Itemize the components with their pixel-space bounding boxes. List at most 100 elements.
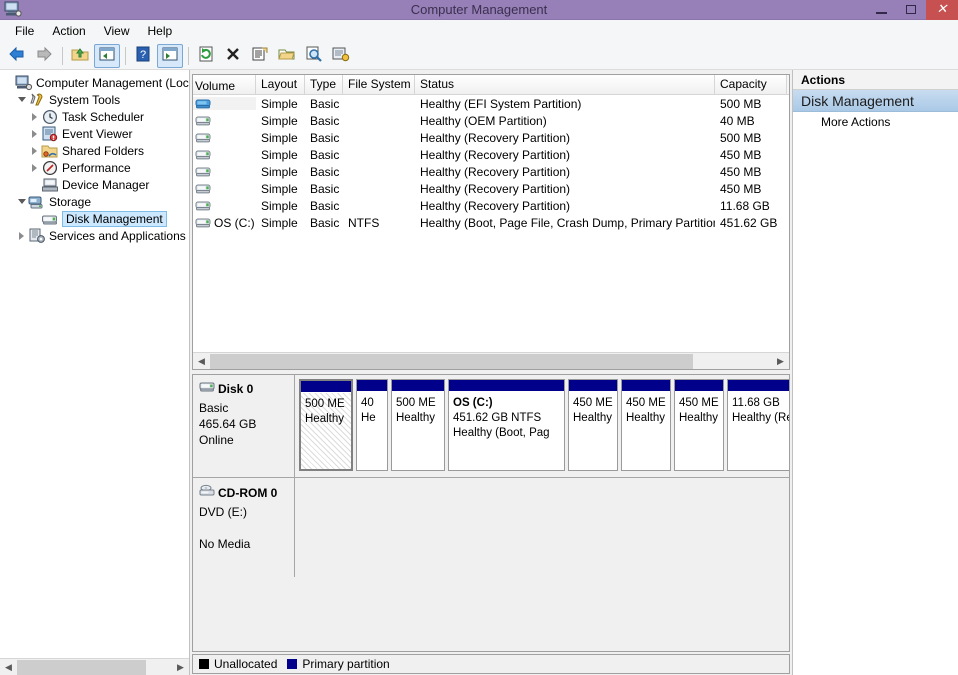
menu-item-action[interactable]: Action [43, 22, 94, 40]
volume-list-horizontal-scrollbar[interactable]: ◀ ▶ [193, 352, 789, 369]
tree-item-performance[interactable]: Performance [0, 159, 189, 176]
volume-row[interactable]: Simple Basic Healthy (Recovery Partition) 4… [193, 180, 789, 197]
menu-item-help[interactable]: Help [139, 22, 182, 40]
volume-cell-status: Healthy (Recovery Partition) [420, 130, 571, 145]
actions-item-more-actions[interactable]: More Actions [793, 112, 958, 132]
actions-items: More Actions [793, 112, 958, 132]
chevron-right-icon[interactable] [15, 227, 28, 244]
tree-item-device-manager[interactable]: Device Manager [0, 176, 189, 193]
forward-icon [35, 46, 53, 65]
volume-scroll-left-arrow[interactable]: ◀ [193, 352, 210, 369]
partition-type-bar [357, 380, 387, 392]
volume-cell-volume [193, 131, 256, 144]
chevron-down-icon[interactable] [15, 91, 28, 108]
partition-block[interactable]: 40 He [356, 379, 388, 471]
disk-info-panel[interactable]: Disk 0 Basic 465.64 GB Online [193, 375, 295, 477]
volume-row[interactable]: Simple Basic Healthy (OEM Partition) 40 MB [193, 112, 789, 129]
toolbar-show-action-pane-button[interactable] [157, 43, 183, 68]
tree-scroll-right-arrow[interactable]: ▶ [172, 658, 189, 675]
disk-info-line: 465.64 GB [199, 417, 257, 431]
partition-block[interactable]: OS (C:) 451.62 GB NTFS Healthy (Boot, Pag [448, 379, 565, 471]
toolbar-help-button[interactable]: ? [130, 44, 156, 68]
tree-scroll-thumb[interactable] [17, 659, 146, 675]
volume-cell-cap: 500 MB [720, 96, 762, 111]
volume-cell-layout: Simple [261, 96, 298, 111]
volume-scroll-track[interactable] [210, 352, 772, 369]
toolbar-delete-button[interactable] [220, 44, 246, 68]
close-button[interactable]: ✕ [926, 0, 958, 20]
tree-item-label: Services and Applications [49, 228, 186, 243]
partition-body: 11.68 GB Healthy (Rec [728, 392, 789, 470]
volume-cell-layout: Simple [261, 164, 298, 179]
volume-row[interactable]: Simple Basic Healthy (Recovery Partition) 4… [193, 163, 789, 180]
volume-column-header-volume[interactable]: Volume [193, 75, 256, 94]
menu-item-view[interactable]: View [95, 22, 139, 40]
volume-scroll-thumb[interactable] [210, 353, 694, 369]
tree-item-event-viewer[interactable]: Event Viewer [0, 125, 189, 142]
volume-row[interactable]: Simple Basic Healthy (EFI System Partition… [193, 95, 789, 112]
disk-partition-bars: 500 ME Healthy 40 He 500 ME Healthy OS (C:) 451… [295, 375, 789, 477]
volume-column-header-cap[interactable]: Capacity [715, 75, 787, 94]
partition-block[interactable]: 450 ME Healthy [621, 379, 671, 471]
partition-block[interactable]: 450 ME Healthy [568, 379, 618, 471]
toolbar-search-button[interactable] [301, 44, 327, 68]
maximize-button[interactable] [896, 0, 926, 20]
toolbar-up-folder-button[interactable] [67, 44, 93, 68]
chevron-down-icon[interactable] [15, 193, 28, 210]
partition-block[interactable]: 500 ME Healthy [299, 379, 353, 471]
volume-row[interactable]: OS (C:) Simple Basic NTFS Healthy (Boot, Pag… [193, 214, 789, 231]
tree-horizontal-scrollbar[interactable]: ◀ ▶ [0, 658, 189, 675]
volume-cell-type: Basic [310, 181, 340, 196]
tree-item-label: Event Viewer [62, 126, 133, 141]
toolbar-show-hide-tree-button[interactable] [94, 43, 120, 68]
tree-item-computer-management-local[interactable]: Computer Management (Local [0, 74, 189, 91]
legend-label: Primary partition [302, 657, 390, 671]
tree-item-disk-management[interactable]: Disk Management [0, 210, 189, 227]
volume-cell-cap: 450 MB [720, 164, 762, 179]
volume-icon [195, 114, 211, 127]
partition-status: Healthy [396, 412, 435, 424]
partition-type-bar [569, 380, 617, 392]
volume-column-header-fs[interactable]: File System [343, 75, 415, 94]
volume-column-header-status[interactable]: Status [415, 75, 715, 94]
toolbar-forward-button[interactable] [31, 44, 57, 68]
volume-row[interactable]: Simple Basic Healthy (Recovery Partition) 4… [193, 146, 789, 163]
volume-cell-layout: Simple [261, 215, 298, 230]
volume-icon [195, 199, 211, 212]
toolbar-open-folder-button[interactable] [274, 44, 300, 68]
chevron-right-icon[interactable] [28, 125, 41, 142]
toolbar-refresh-button[interactable] [193, 44, 219, 68]
volume-row[interactable]: Simple Basic Healthy (Recovery Partition) 5… [193, 129, 789, 146]
partition-type-bar [301, 381, 351, 393]
partition-block[interactable]: 500 ME Healthy [391, 379, 445, 471]
cdrom-info-panel[interactable]: CD-ROM 0 DVD (E:) No Media [193, 478, 295, 577]
volume-column-header-type[interactable]: Type [305, 75, 343, 94]
toolbar: ? [0, 42, 958, 70]
tree-item-services-and-applications[interactable]: Services and Applications [0, 227, 189, 244]
chevron-right-icon[interactable] [28, 142, 41, 159]
tree-item-task-scheduler[interactable]: Task Scheduler [0, 108, 189, 125]
toolbar-back-button[interactable] [4, 44, 30, 68]
toolbar-rescan-disks-button[interactable] [328, 44, 354, 68]
actions-header-disk-management[interactable]: Disk Management [793, 90, 958, 112]
volume-cell-status: Healthy (Boot, Page File, Crash Dump, Pr… [420, 215, 715, 230]
volume-column-header-layout[interactable]: Layout [256, 75, 305, 94]
partition-block[interactable]: 11.68 GB Healthy (Rec [727, 379, 789, 471]
chevron-right-icon[interactable] [28, 159, 41, 176]
menu-item-file[interactable]: File [6, 22, 43, 40]
tree-item-storage[interactable]: Storage [0, 193, 189, 210]
help-icon: ? [134, 46, 152, 65]
toolbar-properties-button[interactable] [247, 44, 273, 68]
volume-cell-status: Healthy (OEM Partition) [420, 113, 547, 128]
tree-scroll-track[interactable] [17, 658, 172, 675]
tree-item-shared-folders[interactable]: Shared Folders [0, 142, 189, 159]
chevron-right-icon[interactable] [28, 108, 41, 125]
partition-block[interactable]: 450 ME Healthy [674, 379, 724, 471]
tree-item-system-tools[interactable]: System Tools [0, 91, 189, 108]
volume-scroll-right-arrow[interactable]: ▶ [772, 352, 789, 369]
volume-cell-type: Basic [310, 147, 340, 162]
volume-row[interactable]: Simple Basic Healthy (Recovery Partition) 1… [193, 197, 789, 214]
tree-scroll-left-arrow[interactable]: ◀ [0, 658, 17, 675]
minimize-button[interactable] [866, 0, 896, 20]
console-tree: Computer Management (Local System Tools Ta… [0, 70, 189, 655]
